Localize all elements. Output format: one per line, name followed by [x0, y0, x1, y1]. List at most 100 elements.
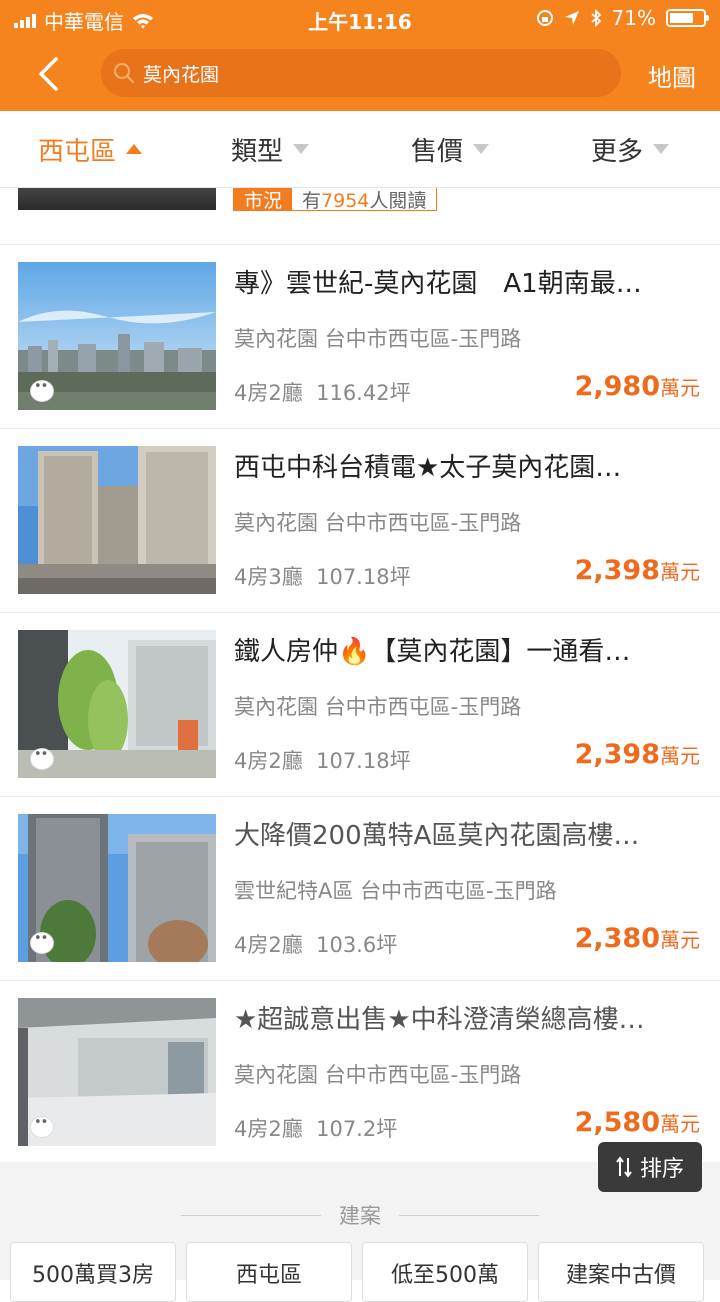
- listing-list: 專》雲世紀-莫內花園 A1朝南最… 莫內花園 台中市西屯區-玉門路 4房2廳 1…: [0, 245, 720, 1165]
- map-button[interactable]: 地圖: [648, 58, 696, 93]
- filter-type[interactable]: 類型: [180, 111, 360, 187]
- location: 台中市西屯區-玉門路: [360, 879, 557, 903]
- area: 116.42坪: [316, 381, 411, 405]
- filter-price[interactable]: 售價: [360, 111, 540, 187]
- listing-title: 大降價200萬特A區莫內花園高樓…: [234, 821, 640, 851]
- caret-down-icon: [653, 144, 669, 154]
- listing-address: 雲世紀特A區 台中市西屯區-玉門路: [234, 875, 557, 905]
- price-value: 2,380: [574, 923, 660, 954]
- views-prefix: 有: [302, 189, 322, 212]
- price-value: 2,980: [574, 371, 660, 402]
- divider-line: [181, 1214, 321, 1216]
- area: 107.18坪: [316, 565, 411, 589]
- views-suffix: 人閱讀: [369, 189, 427, 212]
- app-header: 中華電信 上午11:16 71% 莫內花園 地圖: [0, 0, 720, 111]
- listing-address: 莫內花園 台中市西屯區-玉門路: [234, 691, 521, 721]
- chip-500-3rooms[interactable]: 500萬買3房: [10, 1242, 176, 1302]
- listing-title: 西屯中科台積電★太子莫內花園…: [234, 453, 622, 483]
- rooms: 4房2廳: [234, 749, 303, 773]
- chip-project-used-price[interactable]: 建案中古價: [538, 1242, 704, 1302]
- caret-down-icon: [473, 144, 489, 154]
- price-value: 2,398: [574, 555, 660, 586]
- rooms: 4房2廳: [234, 381, 303, 405]
- chat-icon: [30, 747, 54, 770]
- price-unit: 萬元: [660, 928, 700, 952]
- location-icon: [564, 11, 579, 25]
- search-input[interactable]: 莫內花園: [101, 49, 621, 97]
- chat-icon: [30, 379, 54, 402]
- listing-spec: 4房3廳 107.18坪: [234, 561, 411, 591]
- section-title: 建案: [339, 1204, 381, 1228]
- views-badge: 市況 有7954人閱讀: [233, 186, 438, 213]
- location: 台中市西屯區-玉門路: [324, 327, 522, 351]
- area: 107.2坪: [316, 1117, 398, 1141]
- listing-photo: [18, 630, 216, 778]
- community-name: 莫內花園: [234, 511, 318, 535]
- quick-filter-chips: 500萬買3房 西屯區 低至500萬 建案中古價: [10, 1242, 704, 1302]
- battery-icon: [666, 9, 709, 27]
- community-name: 雲世紀特A區: [234, 879, 354, 903]
- filter-label: 西屯區: [37, 136, 116, 167]
- listing-address: 莫內花園 台中市西屯區-玉門路: [234, 507, 521, 537]
- sort-icon: [616, 1156, 632, 1178]
- price-value: 2,398: [574, 739, 660, 770]
- list-item-partial[interactable]: 市況 有7954人閱讀: [0, 188, 720, 245]
- caret-up-icon: [126, 144, 142, 154]
- area: 103.6坪: [316, 933, 398, 957]
- rooms: 4房2廳: [234, 1117, 303, 1141]
- location: 台中市西屯區-玉門路: [324, 511, 522, 535]
- filter-district[interactable]: 西屯區: [0, 111, 180, 187]
- sort-button[interactable]: 排序: [598, 1142, 702, 1192]
- chip-under-500[interactable]: 低至500萬: [362, 1242, 528, 1302]
- listing-spec: 4房2廳 116.42坪: [234, 377, 411, 407]
- rotation-lock-icon: [536, 10, 553, 26]
- rooms: 4房3廳: [234, 565, 303, 589]
- search-icon: [114, 63, 134, 83]
- price-value: 2,580: [574, 1107, 660, 1138]
- list-item[interactable]: ★超誠意出售★中科澄清榮總高樓… 莫內花園 台中市西屯區-玉門路 4房2廳 10…: [0, 981, 720, 1165]
- views-badge-value: 有7954人閱讀: [292, 186, 436, 213]
- listing-photo: [18, 188, 216, 210]
- listing-photo: [18, 446, 216, 594]
- chip-xitun[interactable]: 西屯區: [186, 1242, 352, 1302]
- listing-price: 2,398萬元: [575, 555, 700, 586]
- listing-price: 2,380萬元: [575, 923, 700, 954]
- location: 台中市西屯區-玉門路: [324, 1063, 522, 1087]
- list-item[interactable]: 鐵人房仲🔥【莫內花園】一通看… 莫內花園 台中市西屯區-玉門路 4房2廳 107…: [0, 613, 720, 797]
- price-unit: 萬元: [660, 1112, 700, 1136]
- back-button[interactable]: [28, 52, 68, 96]
- listing-spec: 4房2廳 107.2坪: [234, 1113, 397, 1143]
- filter-label: 更多: [590, 136, 643, 167]
- chevron-left-icon: [39, 57, 58, 91]
- list-item[interactable]: 西屯中科台積電★太子莫內花園… 莫內花園 台中市西屯區-玉門路 4房3廳 107…: [0, 429, 720, 613]
- bluetooth-icon: [590, 9, 601, 27]
- listing-photo: [18, 998, 216, 1146]
- filter-bar: 西屯區 類型 售價 更多: [0, 111, 720, 188]
- community-name: 莫內花園: [234, 1063, 318, 1087]
- area: 107.18坪: [316, 749, 411, 773]
- caret-down-icon: [293, 144, 309, 154]
- views-badge-key: 市況: [234, 188, 293, 212]
- community-name: 莫內花園: [234, 695, 318, 719]
- sort-label: 排序: [639, 1157, 684, 1182]
- listing-address: 莫內花園 台中市西屯區-玉門路: [234, 323, 521, 353]
- views-count: 7954: [321, 189, 370, 212]
- community-name: 莫內花園: [234, 327, 318, 351]
- list-item[interactable]: 專》雲世紀-莫內花園 A1朝南最… 莫內花園 台中市西屯區-玉門路 4房2廳 1…: [0, 245, 720, 429]
- filter-more[interactable]: 更多: [540, 111, 720, 187]
- listing-photo: [18, 262, 216, 410]
- list-item[interactable]: 大降價200萬特A區莫內花園高樓… 雲世紀特A區 台中市西屯區-玉門路 4房2廳…: [0, 797, 720, 981]
- price-unit: 萬元: [660, 376, 700, 400]
- listing-price: 2,398萬元: [575, 739, 700, 770]
- listing-title: 鐵人房仲🔥【莫內花園】一通看…: [234, 637, 631, 667]
- filter-label: 售價: [410, 136, 463, 167]
- listing-price: 2,580萬元: [575, 1107, 700, 1138]
- listing-spec: 4房2廳 107.18坪: [234, 745, 411, 775]
- search-value: 莫內花園: [143, 63, 220, 86]
- chat-icon: [30, 1115, 54, 1138]
- price-unit: 萬元: [660, 744, 700, 768]
- section-divider: 建案: [0, 1200, 720, 1230]
- chat-icon: [30, 931, 54, 954]
- rooms: 4房2廳: [234, 933, 303, 957]
- listing-photo: [18, 814, 216, 962]
